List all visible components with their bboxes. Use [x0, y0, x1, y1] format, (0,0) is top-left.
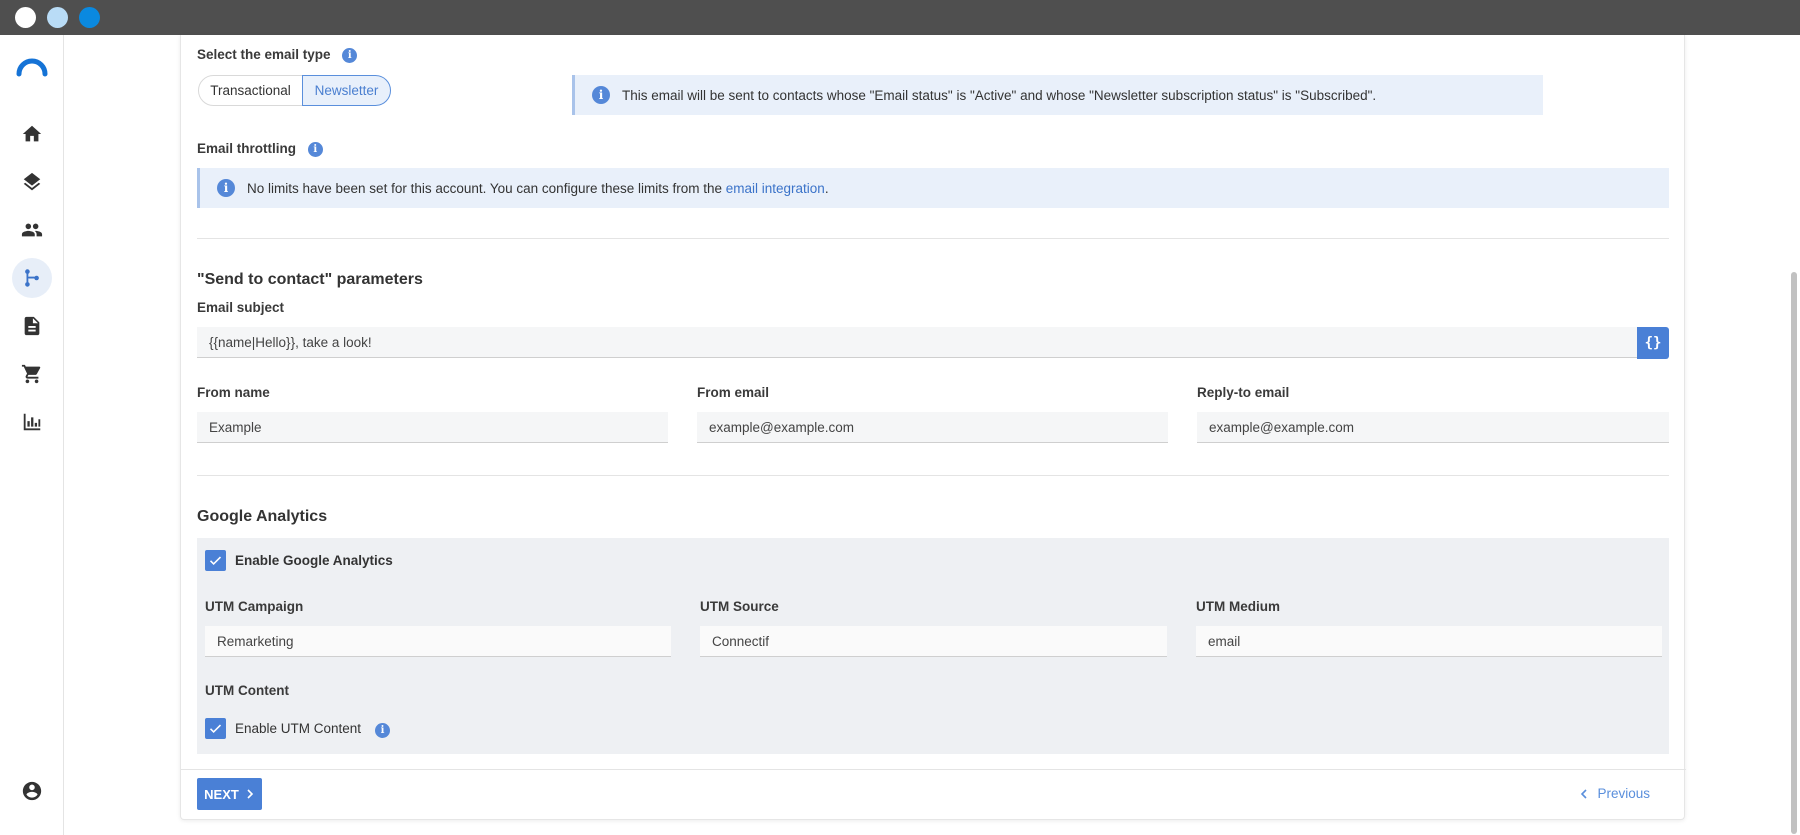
sidebar-item-reports[interactable]: [12, 402, 52, 442]
send-params-heading: "Send to contact" parameters: [197, 271, 423, 288]
next-button[interactable]: NEXT: [197, 778, 262, 810]
utm-campaign-label: UTM Campaign: [205, 599, 304, 614]
sidebar-item-store[interactable]: [12, 354, 52, 394]
people-icon: [21, 223, 43, 237]
utm-source-label: UTM Source: [700, 599, 779, 614]
sidebar-item-contacts[interactable]: [12, 210, 52, 250]
google-analytics-heading: Google Analytics: [197, 508, 328, 525]
sidebar-item-content[interactable]: [12, 306, 52, 346]
utm-medium-label: UTM Medium: [1196, 599, 1280, 614]
email-subject-input[interactable]: {{name|Hello}}, take a look!: [197, 327, 1638, 358]
divider: [197, 238, 1669, 239]
window-titlebar: [0, 0, 1800, 35]
cart-icon: [21, 364, 41, 384]
previous-button[interactable]: Previous: [1579, 786, 1650, 801]
notice-info-icon: i: [592, 86, 610, 104]
footer-divider: [181, 769, 1686, 770]
previous-button-label: Previous: [1597, 786, 1650, 801]
reply-to-label: Reply-to email: [1197, 385, 1290, 400]
workflow-icon: [25, 269, 39, 287]
email-integration-link[interactable]: email integration: [726, 181, 825, 196]
from-name-input[interactable]: Example: [197, 412, 668, 443]
document-icon: [24, 316, 40, 336]
chevron-right-icon: [247, 789, 253, 799]
throttling-info-icon[interactable]: i: [307, 141, 323, 157]
google-analytics-panel: Enable Google Analytics UTM Campaign Rem…: [197, 538, 1669, 754]
window-close-button[interactable]: [15, 7, 36, 28]
sidebar-item-layers[interactable]: [12, 162, 52, 202]
enable-google-analytics-label[interactable]: Enable Google Analytics: [235, 553, 393, 568]
window-minimize-button[interactable]: [47, 7, 68, 28]
enable-google-analytics-checkbox[interactable]: [205, 550, 226, 571]
email-type-notice-text: This email will be sent to contacts whos…: [622, 87, 1377, 103]
sidebar: [0, 35, 64, 835]
app-logo[interactable]: [16, 54, 48, 78]
window-maximize-button[interactable]: [79, 7, 100, 28]
throttling-notice-text: No limits have been set for this account…: [247, 181, 829, 196]
reply-to-input[interactable]: example@example.com: [1197, 412, 1669, 443]
enable-utm-content-checkbox[interactable]: [205, 718, 226, 739]
chevron-left-icon: [1581, 788, 1588, 799]
from-email-input[interactable]: example@example.com: [697, 412, 1168, 443]
sidebar-item-home[interactable]: [12, 114, 52, 154]
email-type-notice: i This email will be sent to contacts wh…: [572, 75, 1543, 115]
email-type-newsletter-option[interactable]: Newsletter: [302, 75, 391, 106]
sidebar-item-account[interactable]: [12, 771, 52, 811]
utm-medium-input[interactable]: email: [1196, 626, 1662, 657]
utm-campaign-input[interactable]: Remarketing: [205, 626, 671, 657]
home-icon: [22, 125, 42, 142]
divider: [197, 475, 1669, 476]
email-type-section: Select the email type i: [197, 47, 358, 63]
email-type-info-icon[interactable]: i: [342, 47, 358, 63]
throttling-notice: i No limits have been set for this accou…: [197, 168, 1669, 208]
throttling-notice-prefix: No limits have been set for this account…: [247, 180, 726, 196]
email-type-label: Select the email type: [197, 47, 331, 62]
from-name-label: From name: [197, 385, 270, 400]
bar-chart-icon: [23, 413, 41, 431]
utm-content-label: UTM Content: [205, 683, 289, 698]
throttling-notice-suffix: .: [824, 180, 829, 196]
email-settings-card: Select the email type i Transactional Ne…: [180, 35, 1686, 820]
checkmark-icon: [209, 724, 222, 734]
utm-source-input[interactable]: Connectif: [700, 626, 1167, 657]
throttling-notice-info-icon: i: [217, 179, 235, 197]
insert-variable-button[interactable]: {}: [1637, 327, 1669, 359]
sidebar-item-workflows[interactable]: [12, 258, 52, 298]
email-type-transactional-option[interactable]: Transactional: [198, 75, 303, 106]
scrollbar-thumb[interactable]: [1791, 272, 1797, 834]
account-icon: [22, 781, 42, 801]
utm-content-info-icon[interactable]: i: [375, 723, 390, 738]
email-subject-label: Email subject: [197, 300, 285, 315]
next-button-label: NEXT: [204, 786, 239, 802]
enable-utm-content-label[interactable]: Enable UTM Content: [235, 721, 361, 736]
throttling-section: Email throttling i: [197, 141, 323, 157]
from-email-label: From email: [697, 385, 770, 400]
throttling-label: Email throttling: [197, 141, 296, 156]
layers-icon: [23, 172, 41, 191]
checkmark-icon: [209, 556, 222, 566]
